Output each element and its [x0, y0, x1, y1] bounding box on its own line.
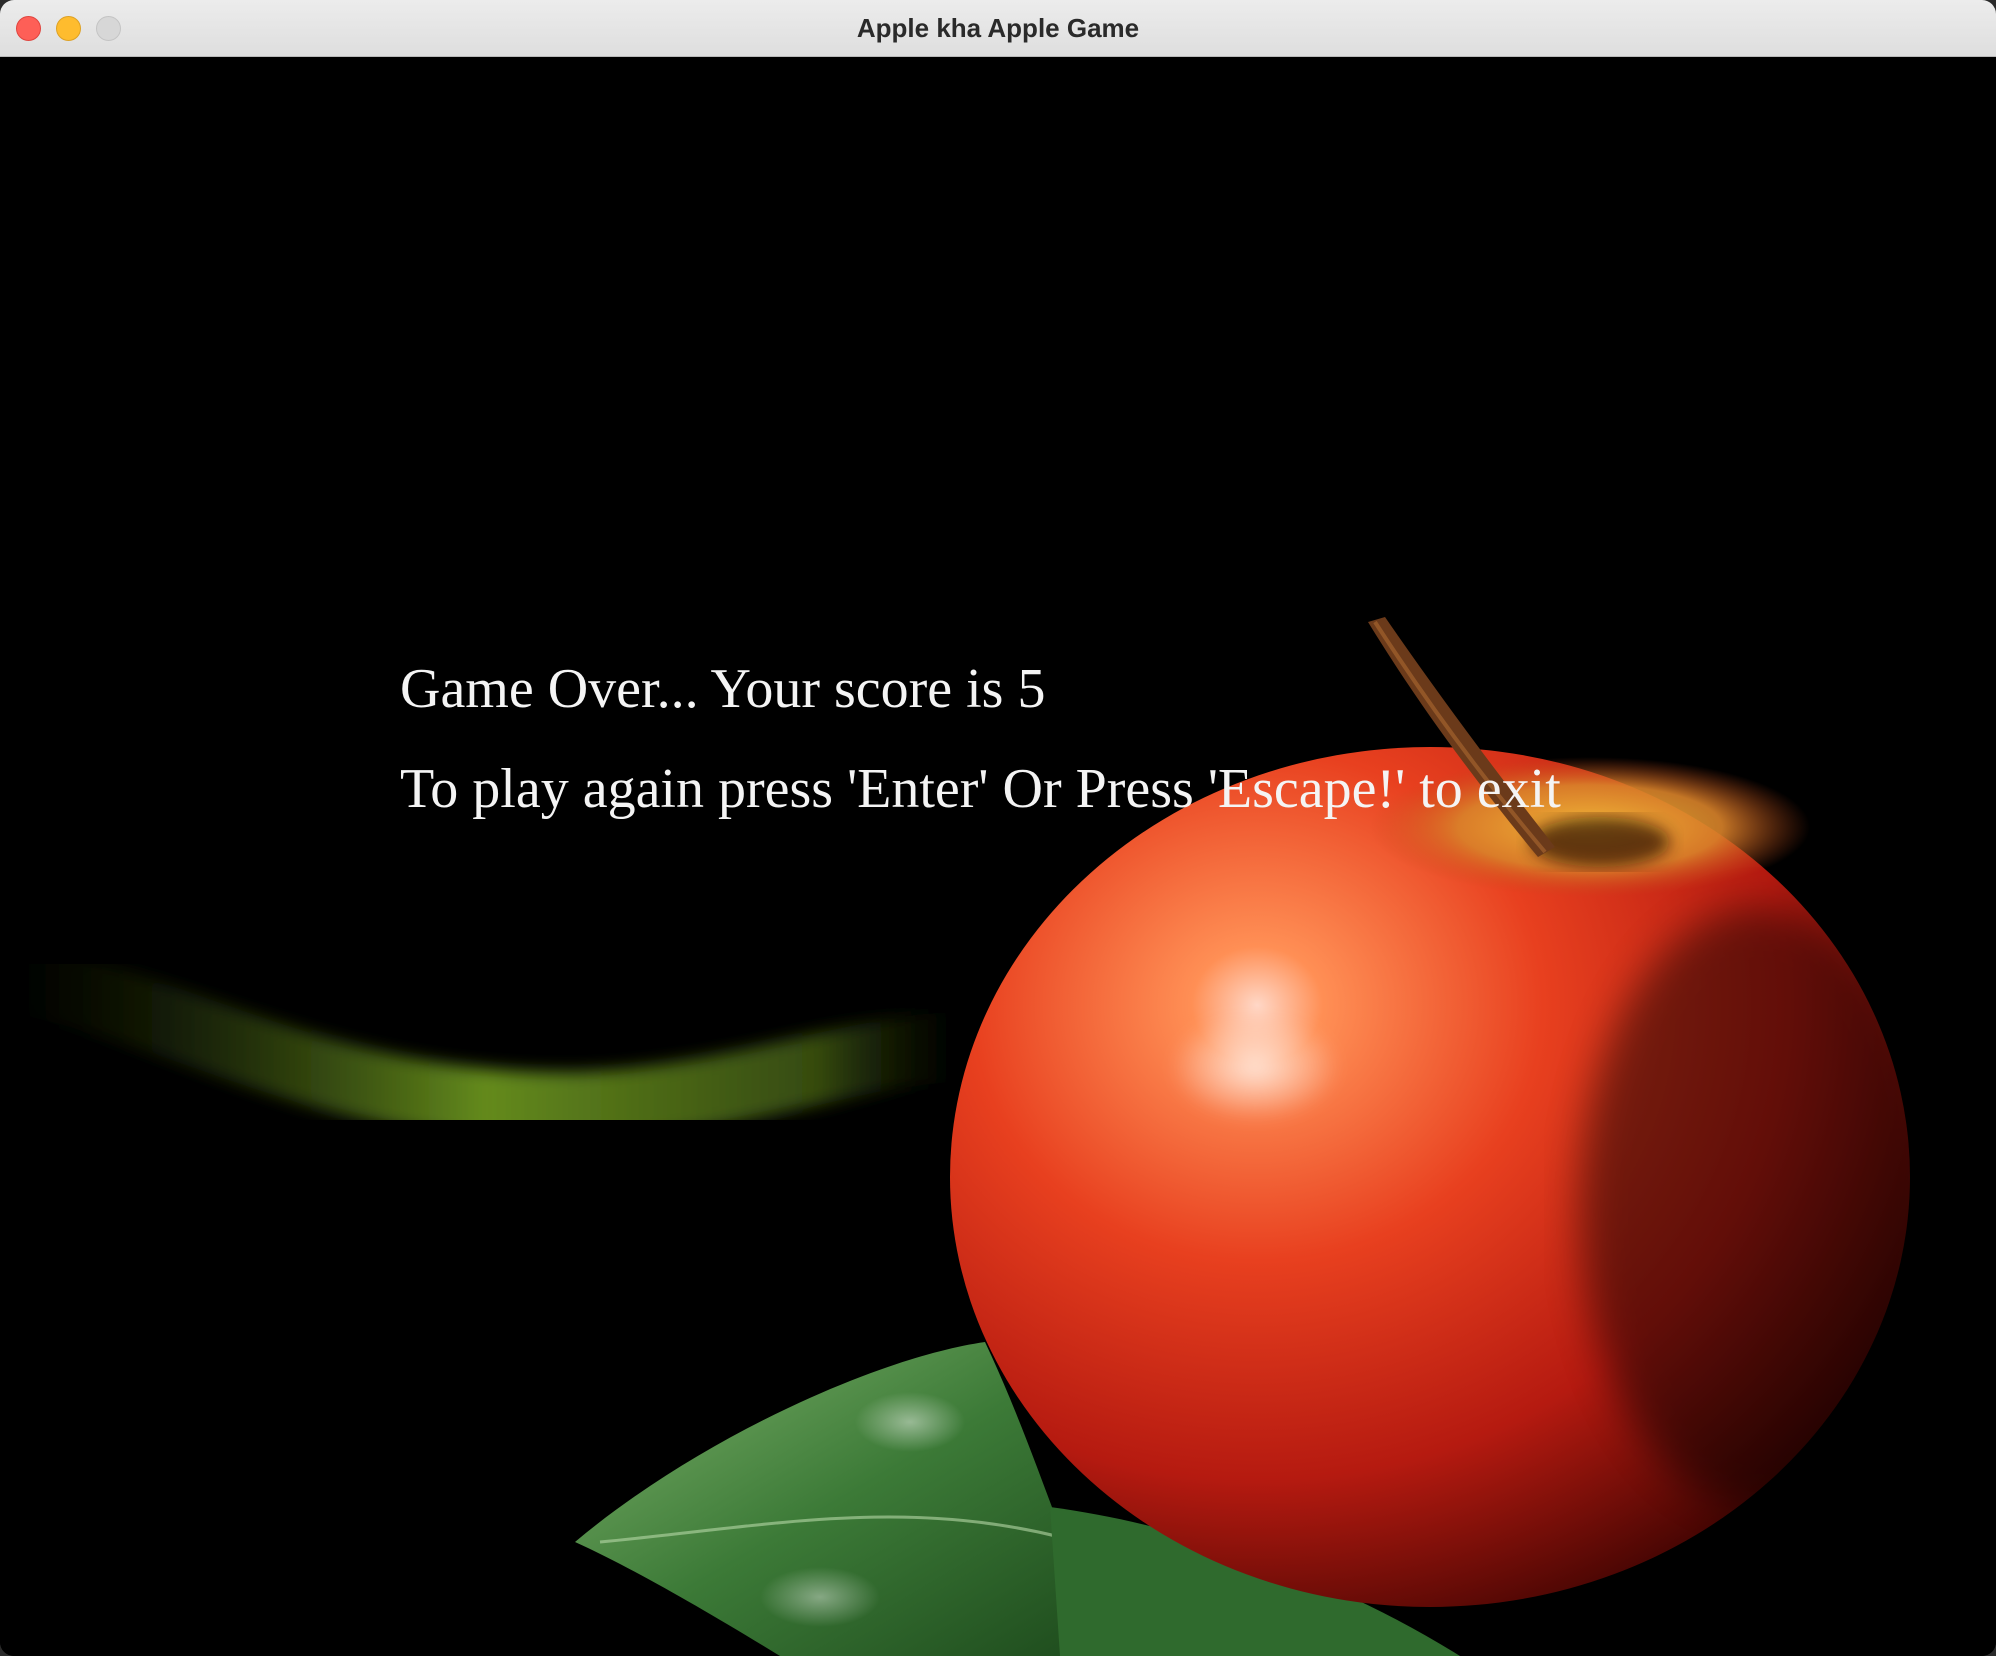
restart-instruction-text: To play again press 'Enter' Or Press 'Es… [400, 758, 1561, 820]
apple-highlight [1170, 1012, 1340, 1122]
snake-body [0, 942, 995, 1143]
game-canvas[interactable]: Game Over... Your score is 5 To play aga… [0, 57, 1996, 1656]
game-over-score-text: Game Over... Your score is 5 [400, 658, 1046, 720]
window-title: Apple kha Apple Game [856, 13, 1140, 43]
background-scene [0, 617, 1940, 1656]
title-bar[interactable]: Apple kha Apple Game [0, 0, 1996, 57]
app-window: Apple kha Apple Game Game Over... Your s… [0, 0, 1996, 1656]
